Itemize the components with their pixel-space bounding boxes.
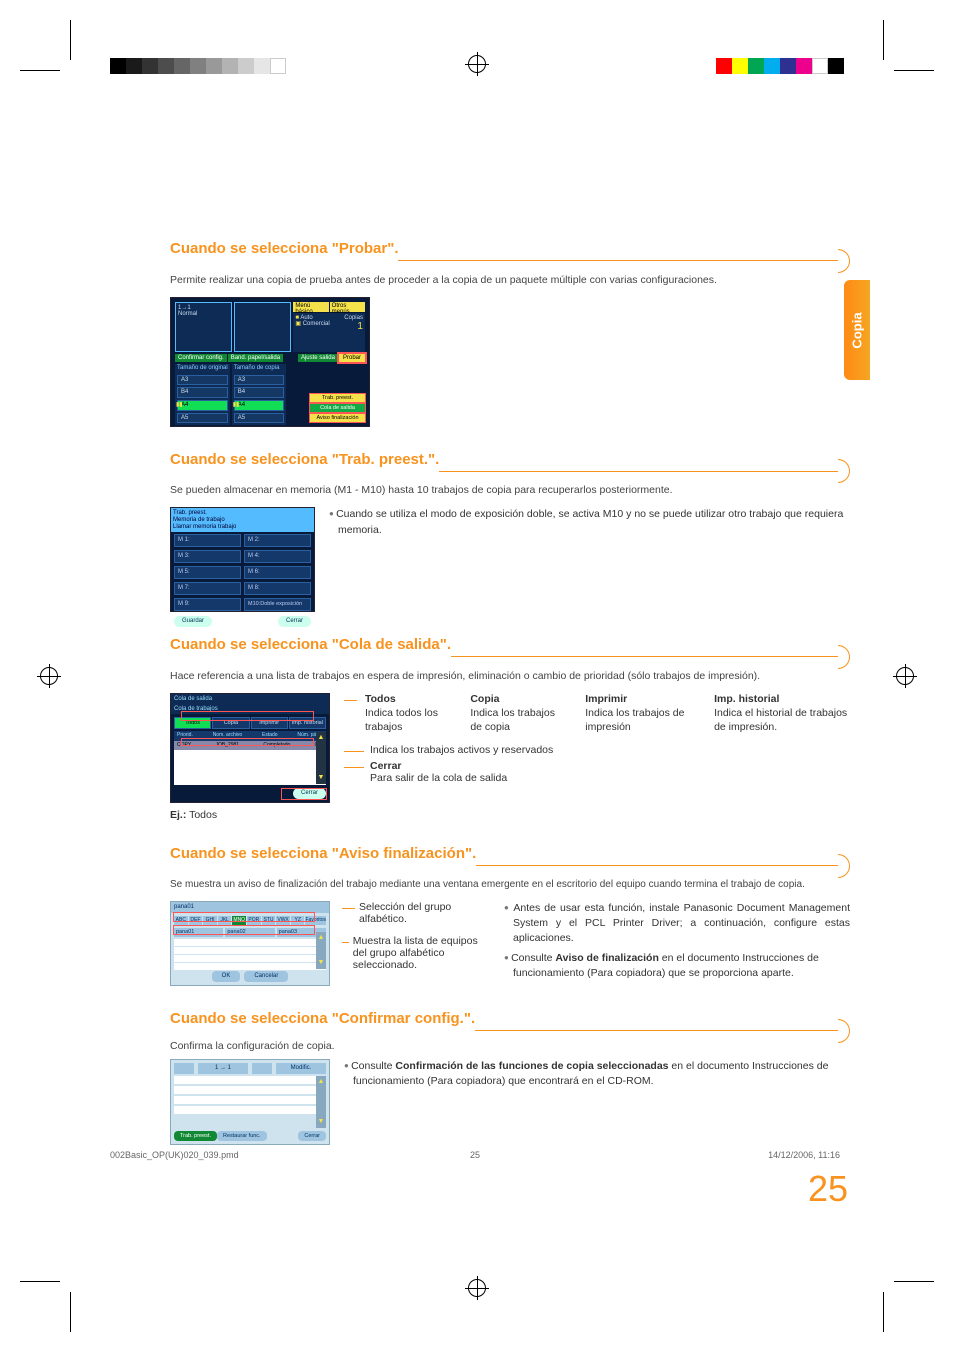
column-descriptions: TodosIndica todos los trabajos CopiaIndi… xyxy=(365,693,850,734)
section-desc: Se muestra un aviso de finalización del … xyxy=(170,878,850,892)
registration-mark xyxy=(468,55,486,73)
registration-mark xyxy=(468,1279,486,1297)
screenshot-cola: Cola de salida Cola de trabajos Todos Co… xyxy=(170,693,330,803)
section-desc: Permite realizar una copia de prueba ant… xyxy=(170,273,850,287)
bullet-list: Antes de usar esta función, instale Pana… xyxy=(504,901,850,985)
registration-mark xyxy=(896,667,914,685)
section-confirmar: Cuando se selecciona "Confirmar config."… xyxy=(170,1010,850,1145)
section-title: Cuando se selecciona "Probar". xyxy=(170,240,398,261)
section-preest: Cuando se selecciona "Trab. preest.". Se… xyxy=(170,451,850,613)
footer-slug: 002Basic_OP(UK)020_039.pmd 25 14/12/2006… xyxy=(90,1150,860,1160)
section-aviso: Cuando se selecciona "Aviso finalización… xyxy=(170,845,850,986)
screenshot-preest: Trab. preest. Memoria de trabajo Llamar … xyxy=(170,507,315,612)
bullet-list: Cuando se utiliza el modo de exposición … xyxy=(329,507,850,612)
screenshot-aviso: pana01 ABCDEFGHIJKLMNOPQRSTUVWXYZFavorit… xyxy=(170,901,330,986)
section-desc: Hace referencia a una lista de trabajos … xyxy=(170,669,850,683)
grayscale-strip xyxy=(110,58,286,74)
sub-labels: Indica los trabajos activos y reservados… xyxy=(344,744,850,784)
section-probar: Cuando se selecciona "Probar". Permite r… xyxy=(170,240,850,427)
page-number: 25 xyxy=(808,1168,848,1210)
section-desc: Confirma la configuración de copia. xyxy=(170,1039,850,1053)
screenshot-confirmar: 1 → 1Modific. ▲▼ Trab. preest. Restaurar… xyxy=(170,1059,330,1145)
aviso-callouts: Selección del grupo alfabético. Muestra … xyxy=(342,901,492,981)
registration-mark xyxy=(40,667,58,685)
color-strip xyxy=(716,58,844,74)
section-cola: Cuando se selecciona "Cola de salida". H… xyxy=(170,636,850,821)
example-label: Ej.: Todos xyxy=(170,809,330,821)
bullet-list: Consulte Confirmación de las funciones d… xyxy=(344,1059,850,1145)
section-desc: Se pueden almacenar en memoria (M1 - M10… xyxy=(170,483,850,497)
screenshot-probar: 1→1Normal Menú básicoOtros menús ■ Auto … xyxy=(170,297,370,427)
